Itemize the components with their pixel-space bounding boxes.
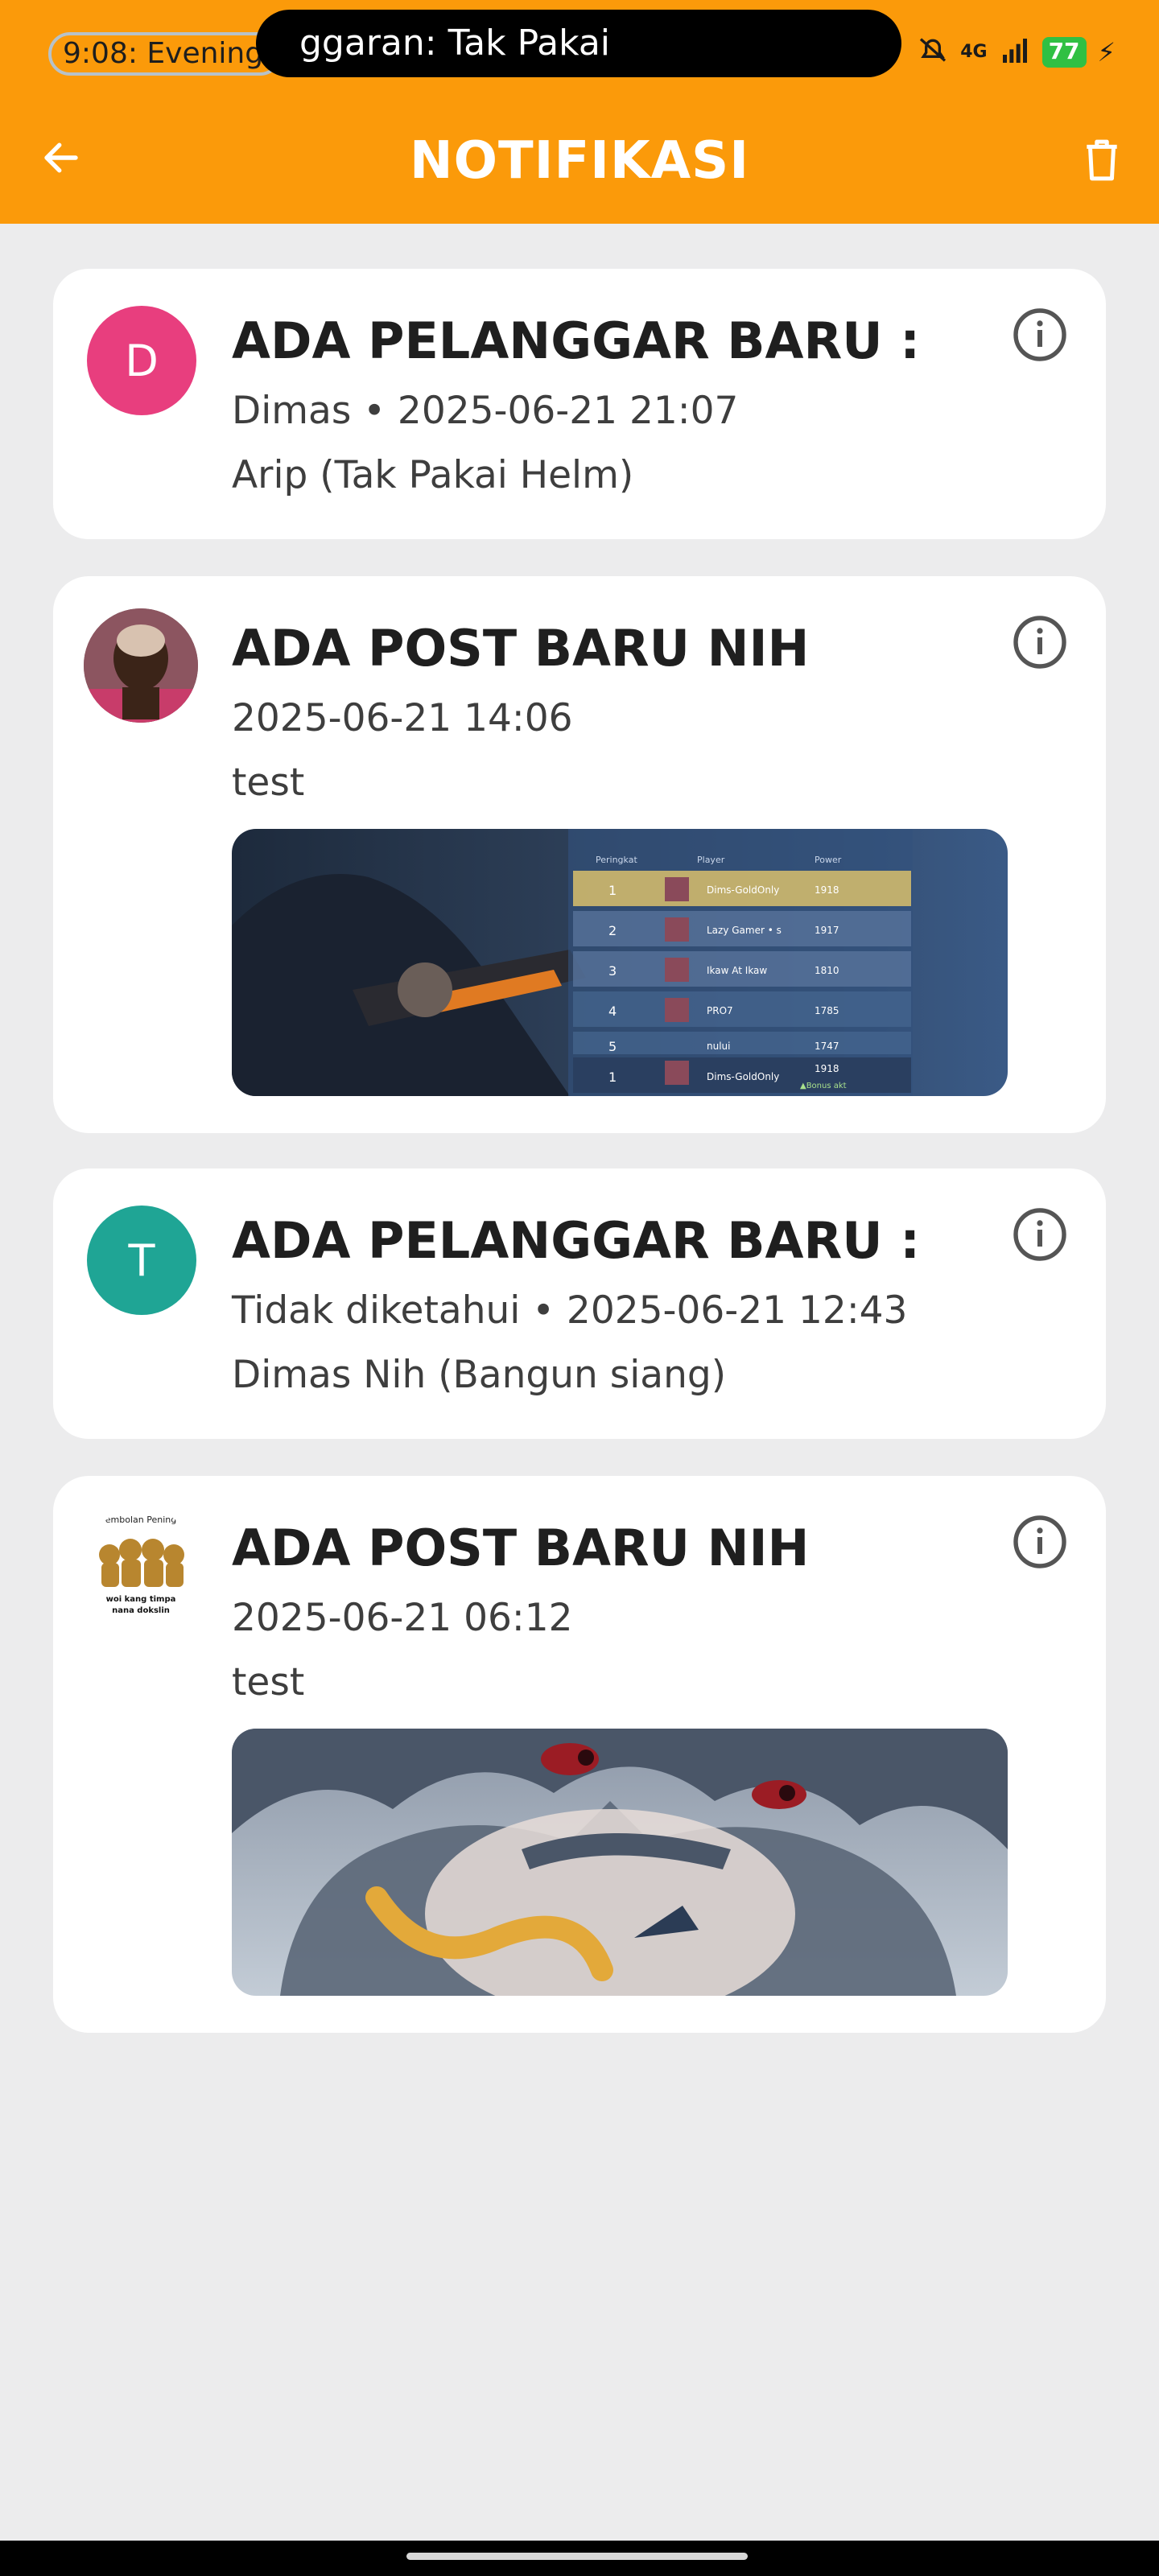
leaderboard-power: 1917 [815, 925, 839, 936]
notification-meta: 2025-06-21 14:06 [232, 696, 573, 740]
notification-card[interactable]: embolan Pening woi kang timpa nana doksl… [53, 1476, 1106, 2033]
leaderboard-power: 1747 [815, 1041, 839, 1052]
notification-meta: Dimas • 2025-06-21 21:07 [232, 389, 739, 433]
leaderboard-rank: 3 [608, 963, 617, 979]
avatar: D [87, 306, 196, 415]
avatar: embolan Pening woi kang timpa nana doksl… [84, 1508, 198, 1622]
leaderboard-power: 1918 [815, 1063, 839, 1074]
svg-text:nana dokslin: nana dokslin [112, 1606, 170, 1615]
leaderboard-power: 1810 [815, 965, 839, 976]
status-icons: 4G 77 ⚡ [917, 32, 1116, 72]
leaderboard-rank: 5 [608, 1039, 617, 1054]
notification-card[interactable]: T ADA PELANGGAR BARU : Tidak diketahui •… [53, 1168, 1106, 1439]
notification-body: Dimas Nih (Bangun siang) [232, 1353, 727, 1397]
leaderboard-player: Ikaw At Ikaw [707, 965, 767, 976]
leaderboard-note: ▲Bonus akt [800, 1082, 847, 1090]
notification-title: ADA PELANGGAR BARU : [232, 311, 920, 370]
notification-title: ADA PELANGGAR BARU : [232, 1211, 920, 1270]
info-button[interactable] [1011, 306, 1069, 364]
table-header: Peringkat [596, 855, 637, 865]
leaderboard-rank: 1 [608, 1070, 617, 1085]
info-button[interactable] [1011, 1206, 1069, 1263]
avatar-caption: embolan Pening [105, 1515, 176, 1525]
leaderboard-rank: 1 [608, 883, 617, 898]
trash-icon [1087, 139, 1117, 181]
battery-icon: 77 [1041, 37, 1087, 68]
notification-card[interactable]: D ADA PELANGGAR BARU : Dimas • 2025-06-2… [53, 269, 1106, 539]
status-clock: 9:08: Evening [48, 32, 282, 76]
leaderboard-player: Lazy Gamer • s [707, 925, 782, 936]
table-header: Power [815, 855, 842, 865]
table-header: Player [697, 855, 725, 865]
leaderboard-power: 1785 [815, 1005, 839, 1016]
signal-icon [999, 35, 1031, 70]
leaderboard-rank: 4 [608, 1004, 617, 1019]
info-icon [1013, 308, 1066, 361]
info-icon [1013, 1208, 1066, 1261]
avatar-letter: T [128, 1234, 155, 1286]
notification-meta: Tidak diketahui • 2025-06-21 12:43 [232, 1288, 908, 1333]
network-type: 4G [960, 42, 988, 62]
notification-ticker: ggaran: Tak Pakai [256, 10, 901, 77]
leaderboard-player: Dims-GoldOnly [707, 1071, 779, 1082]
app-bar: 9:08: Evening ggaran: Tak Pakai 4G 77 ⚡ … [0, 0, 1159, 224]
info-icon [1013, 1515, 1066, 1568]
leaderboard-player: PRO7 [707, 1005, 733, 1016]
leaderboard-rank: 2 [608, 923, 617, 938]
delete-all-button[interactable] [1077, 135, 1127, 185]
leaderboard-player: Dims-GoldOnly [707, 884, 779, 896]
info-button[interactable] [1011, 613, 1069, 671]
post-image[interactable]: Peringkat Player Power 1 Dims-GoldOnly 1… [232, 829, 1008, 1096]
notification-body: test [232, 1660, 305, 1704]
page-title: NOTIFIKASI [410, 131, 749, 191]
leaderboard-player: nului [707, 1041, 730, 1052]
info-button[interactable] [1011, 1513, 1069, 1571]
svg-text:woi kang timpa: woi kang timpa [106, 1595, 176, 1604]
no-sound-icon [917, 34, 949, 72]
notification-body: test [232, 760, 305, 805]
notification-title: ADA POST BARU NIH [232, 1519, 810, 1577]
post-image[interactable] [232, 1729, 1008, 1996]
avatar [84, 608, 198, 723]
leaderboard-power: 1918 [815, 884, 839, 896]
notification-body: Arip (Tak Pakai Helm) [232, 453, 634, 497]
notification-card[interactable]: ADA POST BARU NIH 2025-06-21 14:06 test … [53, 576, 1106, 1133]
notification-title: ADA POST BARU NIH [232, 619, 810, 678]
notification-meta: 2025-06-21 06:12 [232, 1596, 573, 1640]
home-indicator[interactable] [406, 2553, 748, 2560]
avatar: T [87, 1206, 196, 1315]
info-icon [1013, 616, 1066, 669]
charging-icon: ⚡ [1097, 37, 1116, 68]
avatar-letter: D [125, 335, 159, 386]
